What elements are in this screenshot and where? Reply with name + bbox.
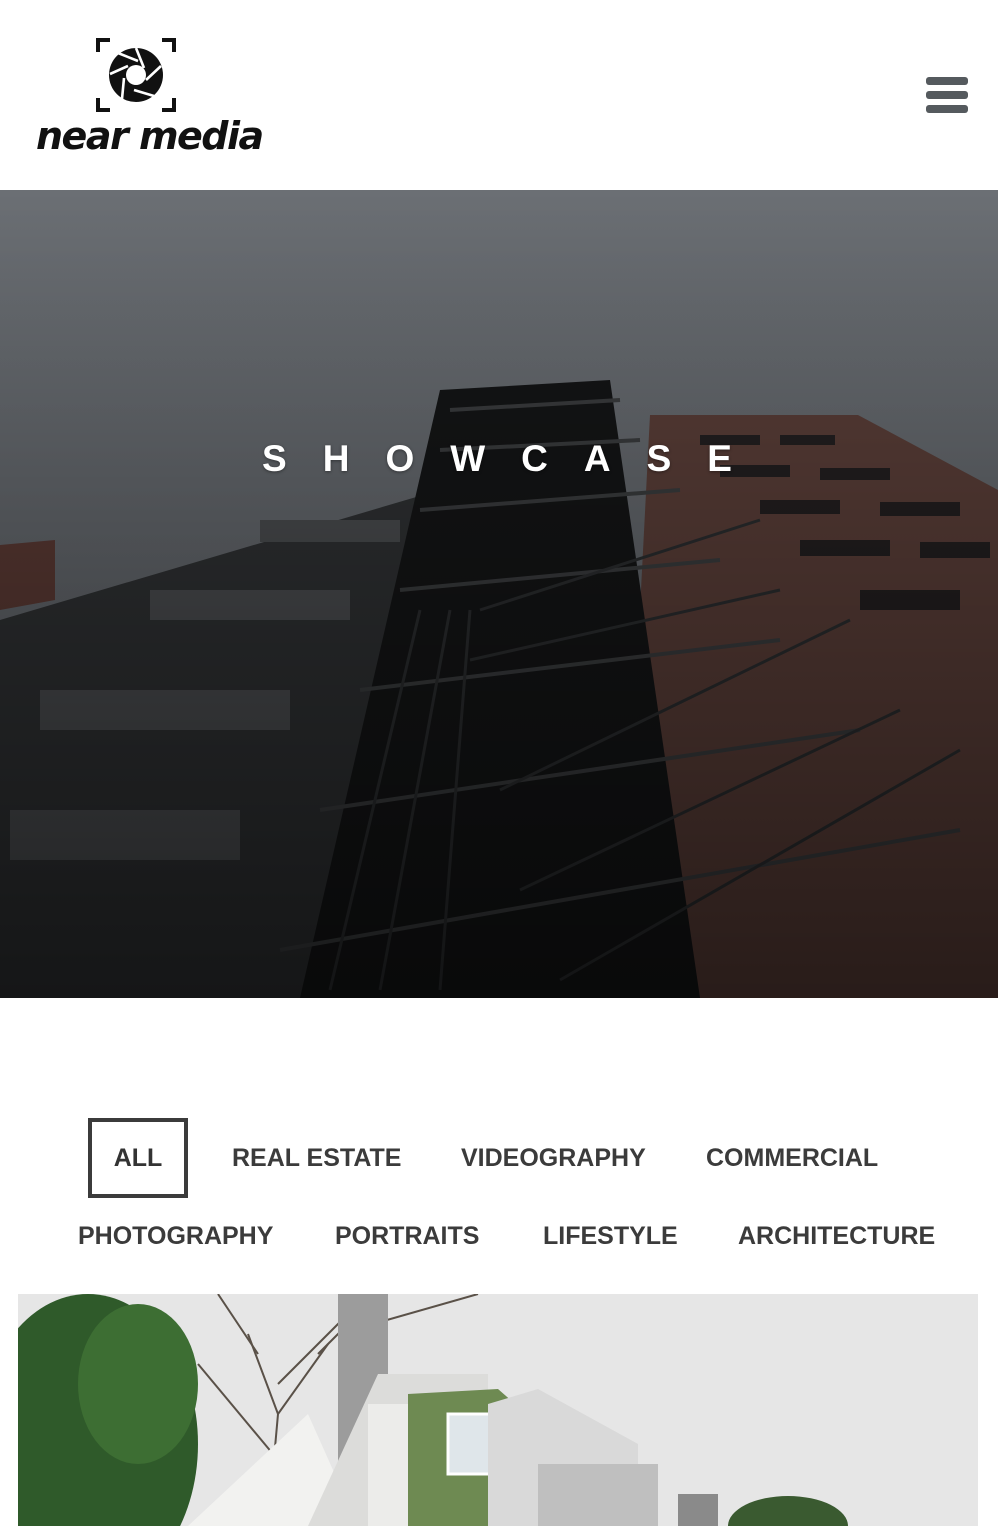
- portfolio-filter-bar: ALL REAL ESTATE VIDEOGRAPHY COMMERCIAL P…: [0, 1098, 998, 1278]
- hero-building-photo: [0, 190, 998, 998]
- filter-real-estate[interactable]: REAL ESTATE: [232, 1118, 401, 1198]
- hamburger-menu-icon[interactable]: [922, 74, 972, 116]
- gallery-item[interactable]: [18, 1294, 978, 1526]
- site-header: near media: [0, 0, 998, 190]
- menu-bar: [926, 91, 968, 99]
- filter-portraits[interactable]: PORTRAITS: [335, 1196, 479, 1276]
- filter-commercial[interactable]: COMMERCIAL: [706, 1118, 878, 1198]
- hero-title: SHOWCASE: [262, 438, 768, 479]
- gallery-house-photo: [18, 1294, 978, 1526]
- filter-photography[interactable]: PHOTOGRAPHY: [78, 1196, 273, 1276]
- brand-name: near media: [36, 114, 264, 158]
- camera-aperture-icon: [96, 38, 176, 112]
- menu-bar: [926, 77, 968, 85]
- site-logo[interactable]: near media: [36, 36, 264, 158]
- filter-all[interactable]: ALL: [88, 1118, 188, 1198]
- filter-architecture[interactable]: ARCHITECTURE: [738, 1196, 935, 1276]
- menu-bar: [926, 105, 968, 113]
- filter-videography[interactable]: VIDEOGRAPHY: [461, 1118, 646, 1198]
- filter-lifestyle[interactable]: LIFESTYLE: [543, 1196, 678, 1276]
- hero-banner: SHOWCASE: [0, 190, 998, 998]
